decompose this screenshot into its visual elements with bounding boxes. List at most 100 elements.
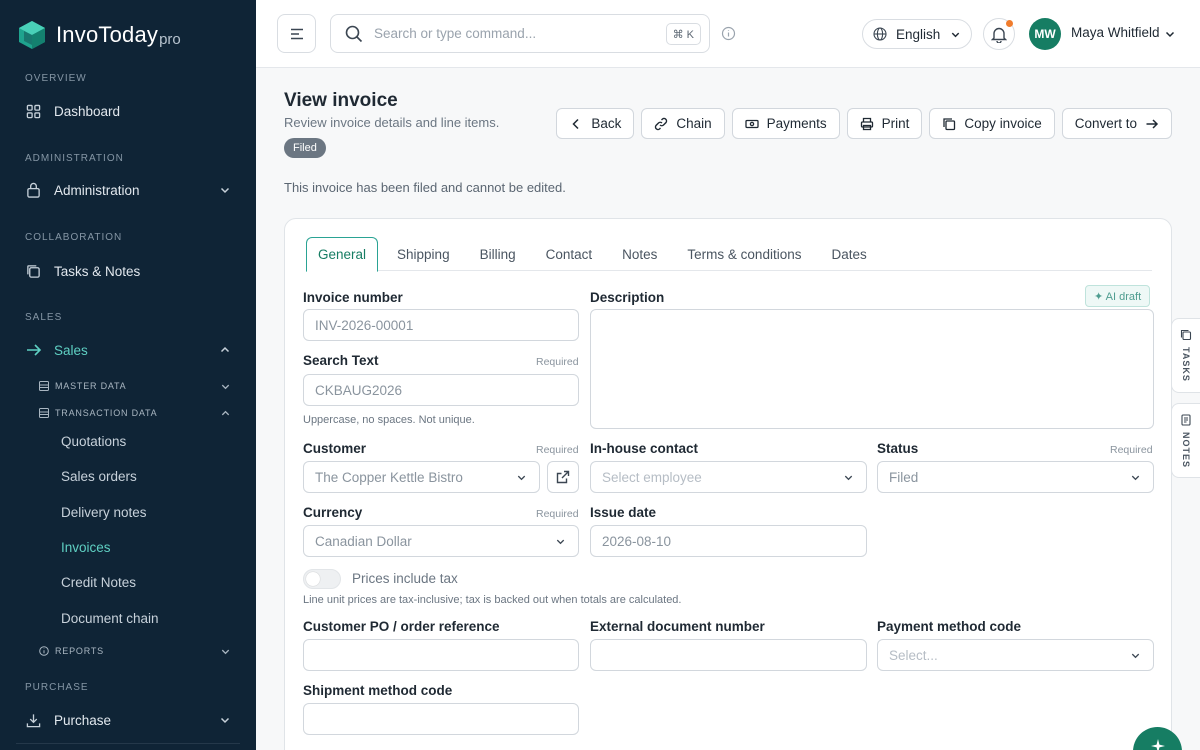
- sidebar-item-purchase[interactable]: Purchase: [25, 708, 231, 732]
- avatar[interactable]: MW: [1029, 18, 1061, 50]
- sidebar-item-dashboard[interactable]: Dashboard: [25, 99, 231, 123]
- notifications-button[interactable]: [983, 18, 1015, 50]
- brand-name: InvoToday: [56, 22, 159, 47]
- currency-value: Canadian Dollar: [315, 533, 412, 549]
- tab-contact[interactable]: Contact: [535, 237, 604, 271]
- sidebar-item-invoices[interactable]: Invoices: [61, 540, 111, 555]
- open-customer-button[interactable]: [547, 461, 579, 493]
- inhouse-contact-placeholder: Select employee: [602, 469, 702, 485]
- tab-general[interactable]: General: [306, 237, 379, 272]
- sidebar-item-label: Tasks & Notes: [54, 263, 141, 279]
- sub-group-label: TRANSACTION DATA: [55, 408, 158, 418]
- description-label: Description: [590, 290, 665, 305]
- back-button[interactable]: Back: [556, 108, 635, 139]
- tab-notes[interactable]: Notes: [611, 237, 668, 271]
- prices-include-tax-help: Line unit prices are tax-inclusive; tax …: [303, 594, 682, 606]
- status-value: Filed: [889, 469, 919, 485]
- currency-select[interactable]: Canadian Dollar: [303, 525, 579, 557]
- brand-logo-icon: [19, 21, 45, 49]
- menu-toggle-button[interactable]: [277, 14, 316, 53]
- section-label-overview: OVERVIEW: [25, 73, 87, 84]
- sidebar-group-reports[interactable]: REPORTS: [39, 643, 231, 659]
- language-selector[interactable]: English: [862, 19, 972, 49]
- chevron-down-icon: [1131, 475, 1140, 481]
- tab-terms-conditions[interactable]: Terms & conditions: [676, 237, 812, 271]
- invoice-form-card: General Shipping Billing Contact Notes T…: [284, 218, 1172, 750]
- notes-side-tab[interactable]: NOTES: [1171, 403, 1200, 478]
- required-hint: Required: [536, 508, 579, 520]
- convert-to-button[interactable]: Convert to: [1061, 108, 1172, 139]
- payments-button[interactable]: Payments: [731, 108, 840, 139]
- required-hint: Required: [1110, 444, 1153, 456]
- tasks-side-tab[interactable]: TASKS: [1171, 318, 1200, 393]
- sidebar-item-sales-orders[interactable]: Sales orders: [61, 469, 137, 484]
- sidebar-item-tasks-notes[interactable]: Tasks & Notes: [25, 259, 231, 283]
- ai-draft-button[interactable]: ✦ AI draft: [1085, 285, 1151, 307]
- search-icon: [345, 25, 363, 42]
- inhouse-contact-select[interactable]: Select employee: [590, 461, 867, 493]
- tasks-side-tab-label: TASKS: [1181, 347, 1191, 382]
- table-icon: [39, 408, 49, 418]
- chevron-down-icon: [220, 717, 230, 724]
- brand[interactable]: InvoToday pro: [18, 20, 181, 50]
- search-text-field[interactable]: CKBAUG2026: [303, 374, 579, 406]
- chevron-down-icon[interactable]: [1164, 28, 1176, 40]
- info-icon[interactable]: [721, 26, 736, 41]
- printer-icon: [860, 117, 873, 130]
- chevron-down-icon: [556, 539, 565, 545]
- customer-po-field[interactable]: [303, 639, 579, 671]
- info-circle-icon: [39, 646, 49, 656]
- chain-button[interactable]: Chain: [641, 108, 725, 139]
- print-button[interactable]: Print: [846, 108, 923, 139]
- sidebar-group-master-data[interactable]: MASTER DATA: [39, 378, 231, 394]
- chain-label: Chain: [676, 116, 712, 131]
- chevron-down-icon: [221, 649, 230, 654]
- payments-label: Payments: [766, 116, 827, 131]
- notification-dot: [1006, 20, 1013, 27]
- sidebar-item-label: Dashboard: [54, 103, 121, 119]
- external-doc-field[interactable]: [590, 639, 867, 671]
- sidebar-group-transaction-data[interactable]: TRANSACTION DATA: [39, 405, 231, 421]
- payment-method-label: Payment method code: [877, 619, 1022, 634]
- invoice-number-field[interactable]: INV-2026-00001: [303, 309, 579, 341]
- prices-include-tax-toggle[interactable]: [303, 569, 341, 589]
- tab-billing[interactable]: Billing: [469, 237, 527, 271]
- arrow-right-icon: [25, 342, 42, 359]
- sidebar-item-delivery-notes[interactable]: Delivery notes: [61, 505, 147, 520]
- required-hint: Required: [536, 444, 579, 456]
- chevron-down-icon: [844, 475, 853, 481]
- search-box[interactable]: ⌘ K: [330, 14, 710, 53]
- lock-icon: [25, 182, 42, 199]
- currency-label: Currency: [303, 505, 363, 520]
- copy-icon: [943, 117, 956, 130]
- tab-dates[interactable]: Dates: [820, 237, 877, 271]
- user-name[interactable]: Maya Whitfield: [1071, 25, 1160, 40]
- shipment-method-field[interactable]: [303, 703, 579, 735]
- copy-invoice-button[interactable]: Copy invoice: [929, 108, 1055, 139]
- required-hint: Required: [536, 356, 579, 368]
- grid-icon: [25, 103, 42, 120]
- search-text-help: Uppercase, no spaces. Not unique.: [303, 414, 475, 426]
- customer-select[interactable]: The Copper Kettle Bistro: [303, 461, 540, 493]
- sidebar-item-credit-notes[interactable]: Credit Notes: [61, 575, 136, 590]
- tab-shipping[interactable]: Shipping: [386, 237, 461, 271]
- print-label: Print: [881, 116, 910, 131]
- issue-date-field[interactable]: 2026-08-10: [590, 525, 867, 557]
- download-icon: [25, 712, 42, 729]
- sidebar-item-document-chain[interactable]: Document chain: [61, 611, 159, 626]
- status-select[interactable]: Filed: [877, 461, 1154, 493]
- sidebar-item-sales[interactable]: Sales: [25, 338, 231, 362]
- description-field[interactable]: [590, 309, 1154, 429]
- sidebar-item-administration[interactable]: Administration: [25, 178, 231, 202]
- external-doc-label: External document number: [590, 619, 765, 634]
- sub-group-label: REPORTS: [55, 646, 104, 656]
- status-badge: Filed: [284, 138, 326, 158]
- sparkle-icon: [1150, 739, 1165, 750]
- payment-method-select[interactable]: Select...: [877, 639, 1154, 671]
- chevron-up-icon: [220, 346, 230, 353]
- search-input[interactable]: [374, 26, 654, 41]
- copy-icon: [1180, 329, 1192, 341]
- sidebar-item-quotations[interactable]: Quotations: [61, 434, 126, 449]
- section-label-administration: ADMINISTRATION: [25, 153, 124, 164]
- chevron-down-icon: [221, 384, 230, 389]
